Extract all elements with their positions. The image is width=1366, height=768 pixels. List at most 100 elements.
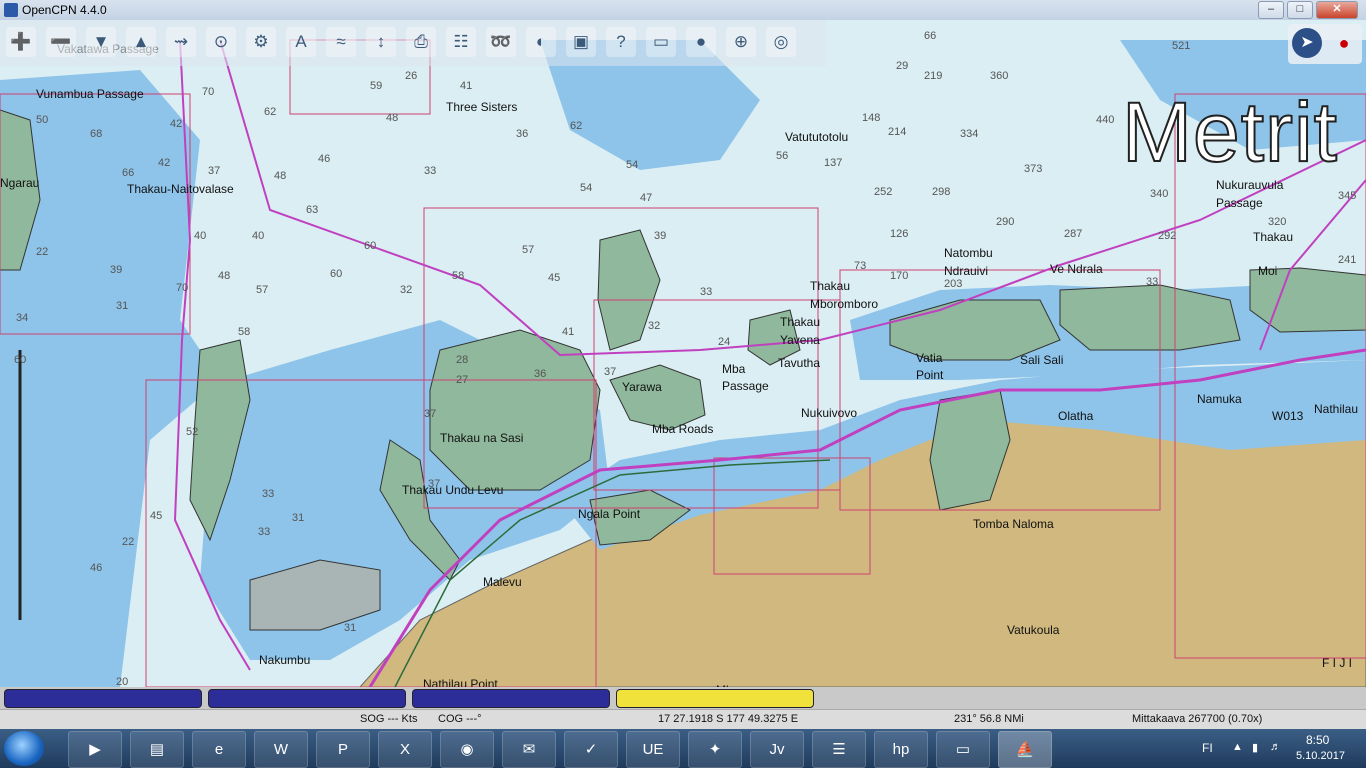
opencpn-window: OpenCPN 4.4.0 – □ ✕ Vunambua Passage Thr…	[0, 0, 1366, 730]
clock-time[interactable]: 8:50	[1306, 733, 1329, 747]
hp-icon[interactable]: hp	[874, 731, 928, 768]
follow-icon[interactable]: ⊙	[206, 27, 236, 57]
chart-place-label: Thakau-Naitovalase	[127, 182, 234, 196]
zoom-out-icon[interactable]: ➖	[46, 27, 76, 57]
depth-sounding: 24	[718, 336, 731, 348]
depth-sounding: 48	[386, 112, 399, 124]
depth-sounding: 41	[460, 80, 473, 92]
sar-icon[interactable]: ⊕	[726, 27, 756, 57]
internet-explorer-icon[interactable]: e	[192, 731, 246, 768]
depth-sounding: 48	[274, 170, 287, 182]
chart-place-label: Thakau Undu Levu	[402, 483, 504, 497]
opencpn-taskbar-icon[interactable]: ⛵	[998, 731, 1052, 768]
chart-place-label: Nathilau Point	[423, 677, 498, 687]
maximize-button[interactable]: □	[1287, 1, 1313, 19]
chart-place-label: Malevu	[483, 575, 522, 589]
scale-in-icon[interactable]: ▼	[86, 27, 116, 57]
chart-piano-key[interactable]	[616, 689, 814, 708]
volume-icon[interactable]: ♬	[1270, 741, 1281, 753]
depth-sounding: 33	[1146, 276, 1159, 288]
text-icon[interactable]: A	[286, 27, 316, 57]
powerpoint-icon[interactable]: P	[316, 731, 370, 768]
jv-icon[interactable]: Jv	[750, 731, 804, 768]
tide-icon[interactable]: ↕	[366, 27, 396, 57]
depth-sounding: 46	[318, 153, 331, 165]
depth-sounding: 32	[648, 320, 661, 332]
chart-place-label: Olatha	[1058, 409, 1094, 423]
depth-sounding: 320	[1268, 216, 1287, 228]
close-button[interactable]: ✕	[1316, 1, 1358, 19]
dashboard-icon[interactable]: ▭	[646, 27, 676, 57]
depth-sounding: 214	[888, 126, 907, 138]
color-scheme-icon[interactable]: ◐	[526, 27, 556, 57]
depth-sounding: 137	[824, 157, 843, 169]
tray-arrow-icon[interactable]: ▲	[1232, 741, 1243, 753]
ultraedit-icon[interactable]: UE	[626, 731, 680, 768]
chart-place-label: Nakumbu	[259, 653, 311, 667]
chart-place-label: Ngarau	[0, 176, 40, 190]
depth-sounding: 46	[90, 562, 103, 574]
depth-sounding: 20	[116, 676, 129, 687]
gps-status-icon[interactable]: ●	[1330, 28, 1358, 58]
minimize-button[interactable]: –	[1258, 1, 1284, 19]
route-icon[interactable]: ⇝	[166, 27, 196, 57]
scale-out-icon[interactable]: ▲	[126, 27, 156, 57]
track-icon[interactable]: ➿	[486, 27, 516, 57]
chart-piano-key[interactable]	[4, 689, 202, 708]
network-icon[interactable]: ▮	[1252, 741, 1258, 754]
chart-piano-key[interactable]	[208, 689, 406, 708]
thunderbird-icon[interactable]: ✉	[502, 731, 556, 768]
clock-date[interactable]: 5.10.2017	[1296, 750, 1345, 762]
help-icon[interactable]: ?	[606, 27, 636, 57]
chart-tool-icon[interactable]: ✓	[564, 731, 618, 768]
chart-place-label: Point	[916, 368, 944, 382]
chart-place-label: Mba	[722, 362, 746, 376]
file-explorer-icon[interactable]: ▤	[130, 731, 184, 768]
mob-icon[interactable]: ▣	[566, 27, 596, 57]
depth-sounding: 31	[344, 622, 357, 634]
scanner-icon[interactable]: ☰	[812, 731, 866, 768]
chart-piano-key[interactable]	[412, 689, 610, 708]
compass-widget[interactable]: ➤ ●	[1288, 24, 1362, 64]
depth-sounding: 42	[158, 157, 171, 169]
depth-sounding: 26	[405, 70, 418, 82]
depth-sounding: 54	[626, 159, 639, 171]
start-button[interactable]	[4, 731, 44, 766]
settings-icon[interactable]: ⚙	[246, 27, 276, 57]
plotter-icon[interactable]: ▭	[936, 731, 990, 768]
lifebuoy-icon[interactable]: ◎	[766, 27, 796, 57]
chart-place-label: Ndrauivi	[944, 264, 989, 278]
chart-place-label: Moi	[1258, 264, 1278, 278]
firefox-icon[interactable]: ◉	[440, 731, 494, 768]
chart-place-label: Passage	[722, 379, 769, 393]
depth-sounding: 54	[580, 182, 593, 194]
route-manager-icon[interactable]: ☷	[446, 27, 476, 57]
depth-sounding: 57	[256, 284, 269, 296]
chart-canvas[interactable]: Vakatawa PassageVunambua PassageThree Si…	[0, 20, 1366, 687]
depth-sounding: 219	[924, 70, 943, 82]
depth-sounding: 66	[122, 167, 135, 179]
chart-place-label: F I J I	[1322, 656, 1352, 670]
depth-sounding: 340	[1150, 188, 1169, 200]
north-up-icon[interactable]: ➤	[1292, 28, 1322, 58]
word-icon[interactable]: W	[254, 731, 308, 768]
media-player-icon[interactable]: ▶	[68, 731, 122, 768]
print-icon[interactable]: ⎙	[406, 27, 436, 57]
current-icon[interactable]: ≈	[326, 27, 356, 57]
depth-sounding: 334	[960, 128, 979, 140]
title-bar[interactable]: OpenCPN 4.4.0 – □ ✕	[0, 0, 1366, 21]
chart-place-label: Vatia	[916, 351, 943, 365]
google-earth-icon[interactable]: ●	[686, 27, 716, 57]
chart-place-label: Thakau	[780, 315, 821, 329]
zoom-in-icon[interactable]: ➕	[6, 27, 36, 57]
chart-place-label: Sali Sali	[1020, 353, 1064, 367]
depth-sounding: 40	[252, 230, 265, 242]
depth-sounding: 440	[1096, 114, 1115, 126]
chart-place-label: Ve Ndrala	[1050, 262, 1103, 276]
language-indicator[interactable]: FI	[1202, 741, 1213, 755]
depth-sounding: 37	[424, 408, 437, 420]
excel-icon[interactable]: X	[378, 731, 432, 768]
chart-place-label: Yarawa	[622, 380, 662, 394]
depth-sounding: 33	[424, 165, 437, 177]
compass-app-icon[interactable]: ✦	[688, 731, 742, 768]
